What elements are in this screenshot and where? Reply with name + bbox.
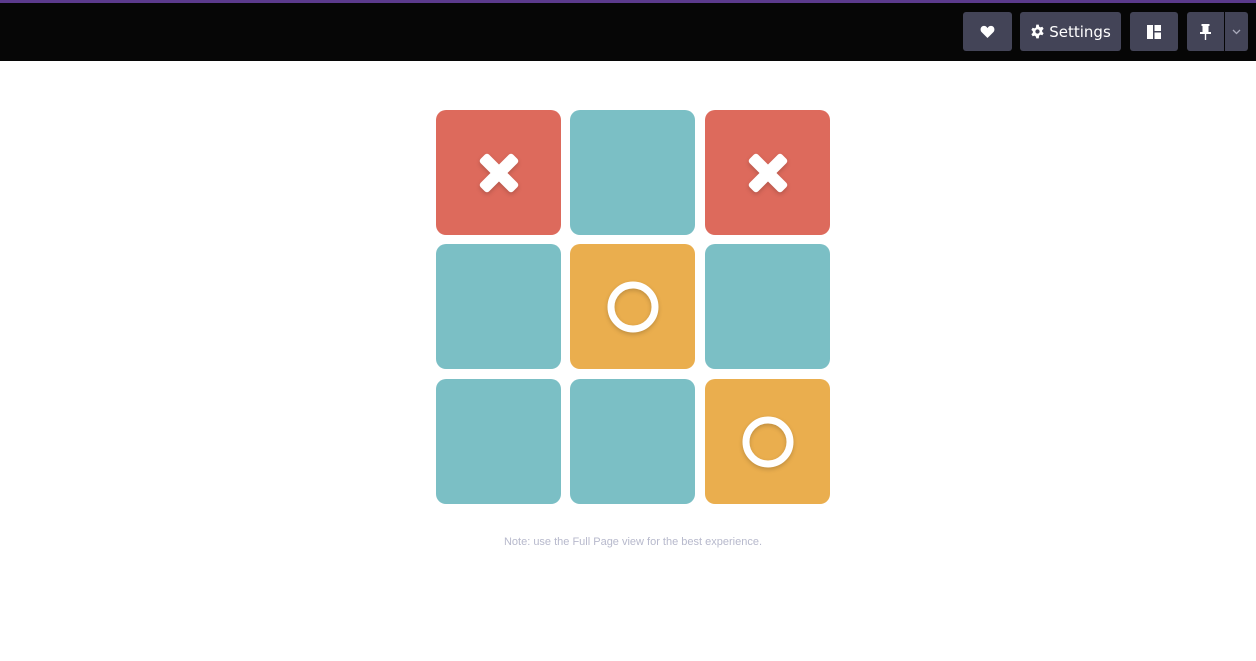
note-text: Note: use the Full Page view for the bes… [503, 536, 763, 548]
board-cell-2[interactable] [570, 110, 695, 235]
chevron-down-icon [1232, 29, 1241, 35]
layout-button[interactable] [1130, 12, 1178, 51]
pin-icon [1200, 23, 1211, 40]
x-mark-icon [476, 150, 522, 196]
board-cell-8[interactable] [570, 379, 695, 504]
heart-icon [980, 25, 995, 38]
pin-dropdown-button[interactable] [1225, 12, 1248, 51]
board-cell-7[interactable] [436, 379, 561, 504]
gear-icon [1030, 24, 1045, 39]
board-cell-5[interactable] [570, 244, 695, 369]
board-cell-3[interactable] [705, 110, 830, 235]
board-cell-6[interactable] [705, 244, 830, 369]
settings-label: Settings [1049, 22, 1111, 41]
x-mark-icon [745, 150, 791, 196]
board-cell-4[interactable] [436, 244, 561, 369]
tic-tac-toe-board [436, 110, 830, 504]
o-mark-icon [605, 279, 661, 335]
layout-icon [1147, 24, 1161, 39]
board-cell-9[interactable] [705, 379, 830, 504]
board-cell-1[interactable] [436, 110, 561, 235]
top-toolbar: Settings [0, 0, 1256, 61]
o-mark-icon [740, 414, 796, 470]
settings-button[interactable]: Settings [1020, 12, 1121, 51]
pin-button[interactable] [1187, 12, 1224, 51]
heart-button[interactable] [963, 12, 1012, 51]
